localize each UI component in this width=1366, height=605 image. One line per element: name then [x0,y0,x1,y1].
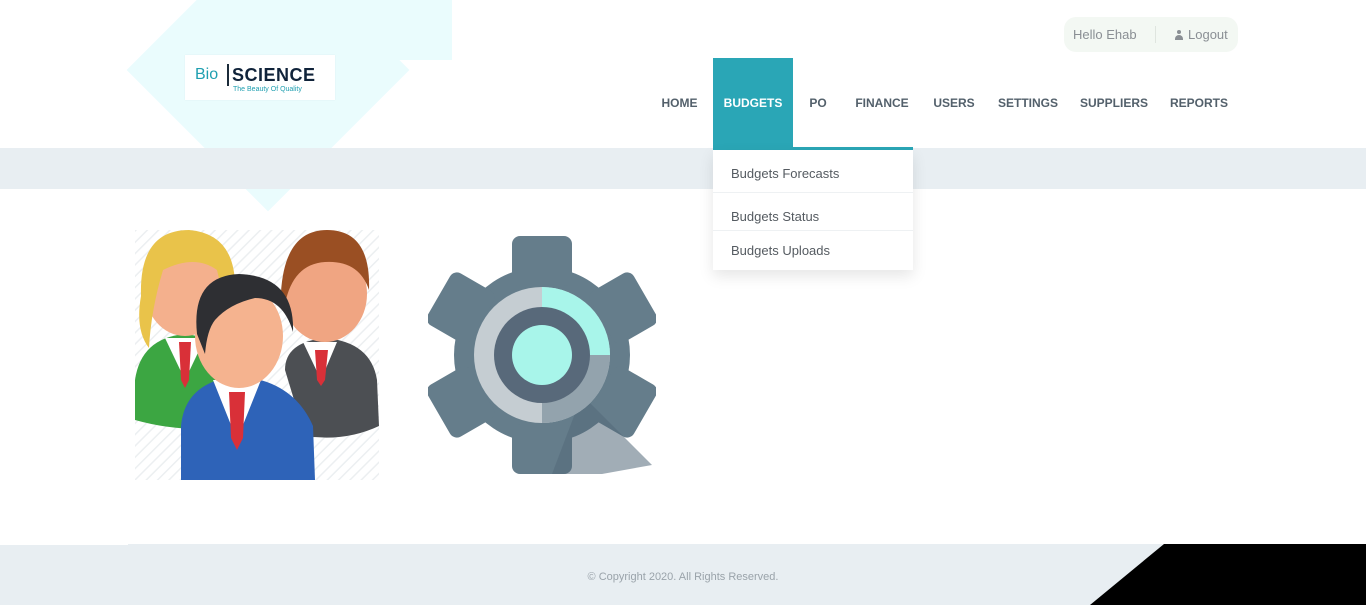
nav-settings[interactable]: SETTINGS [994,58,1062,148]
logout-label: Logout [1188,27,1228,42]
logo-divider [227,64,229,86]
diamond-top-shape [232,0,452,60]
nav-home[interactable]: HOME [652,58,707,148]
user-greeting: Hello Ehab [1073,27,1137,42]
footer: © Copyright 2020. All Rights Reserved. [0,544,1366,605]
user-bar: Hello Ehab Logout [1064,17,1238,52]
settings-gear-icon[interactable] [426,236,658,474]
brand-name-right: SCIENCE [232,65,316,85]
nav-po[interactable]: PO [802,58,834,148]
users-group-icon[interactable] [135,230,379,480]
header-band [0,148,1366,189]
dropdown-item-budgets-forecasts[interactable]: Budgets Forecasts [713,150,913,193]
user-bar-divider [1155,26,1156,43]
user-icon [1174,29,1184,40]
nav-budgets[interactable]: BUDGETS [713,58,793,148]
brand-logo[interactable]: Bio SCIENCE The Beauty Of Quality [185,55,335,100]
nav-users[interactable]: USERS [928,58,980,148]
dropdown-item-budgets-status[interactable]: Budgets Status [713,193,913,231]
logout-link[interactable]: Logout [1174,27,1228,42]
copyright-text: © Copyright 2020. All Rights Reserved. [587,571,779,583]
nav-suppliers[interactable]: SUPPLIERS [1076,58,1152,148]
budgets-dropdown: Budgets Forecasts Budgets Status Budgets… [713,150,913,270]
dropdown-item-budgets-uploads[interactable]: Budgets Uploads [713,231,913,268]
brand-name-left: Bio [195,66,219,83]
brand-tagline: The Beauty Of Quality [233,86,302,93]
nav-reports[interactable]: REPORTS [1166,58,1232,148]
nav-finance[interactable]: FINANCE [848,58,916,148]
